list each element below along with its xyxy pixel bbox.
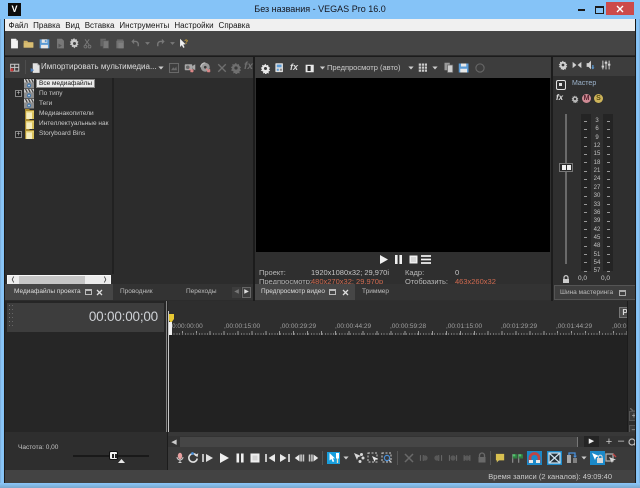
svg-text:?: ? — [184, 39, 188, 46]
